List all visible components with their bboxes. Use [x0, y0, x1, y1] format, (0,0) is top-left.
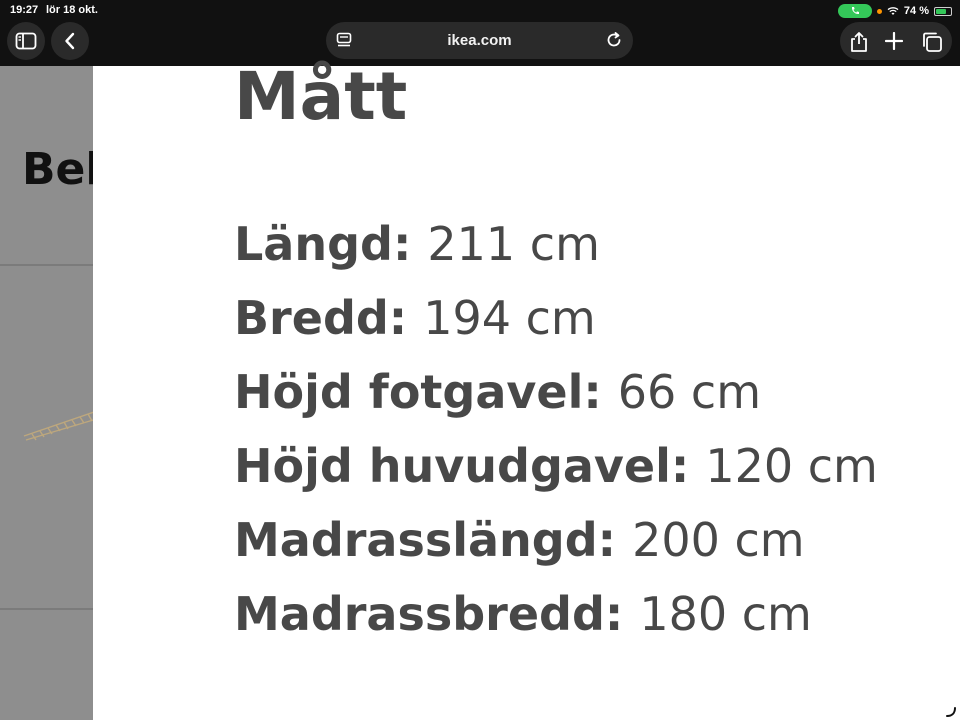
dimension-label: Höjd fotgavel: [234, 365, 618, 419]
phone-call-icon[interactable] [837, 4, 872, 18]
dimension-label: Längd: [234, 217, 428, 271]
address-bar[interactable]: ikea.com [326, 22, 633, 59]
sheet-title: Mått [234, 58, 408, 135]
plus-icon[interactable] [884, 31, 904, 54]
toolbar-actions [840, 22, 952, 60]
battery-percent: 74 % [903, 5, 929, 17]
dimension-row: Längd: 211 cm [234, 216, 878, 290]
url-text: ikea.com [447, 32, 512, 49]
dimensions-sheet: Mått Längd: 211 cm Bredd: 194 cm Höjd fo… [93, 58, 960, 720]
back-button[interactable] [51, 22, 89, 60]
dimensions-list: Längd: 211 cm Bredd: 194 cm Höjd fotgave… [234, 216, 878, 660]
background-page: Bel [0, 66, 93, 720]
battery-icon [934, 6, 952, 16]
divider [0, 264, 93, 266]
divider [0, 608, 93, 610]
dimension-value: 66 cm [617, 365, 762, 419]
dimension-label: Madrasslängd: [234, 513, 633, 567]
status-indicators: 74 % [837, 3, 952, 19]
sidebar-icon [15, 32, 37, 50]
browser-top-bar: 19:27 lör 18 okt. 74 % ikea.com [0, 0, 960, 66]
dimension-row: Madrassbredd: 180 cm [234, 586, 878, 660]
dimension-value: 120 cm [705, 439, 878, 493]
dimension-value: 194 cm [423, 291, 596, 345]
share-icon[interactable] [849, 31, 869, 57]
dimension-row: Bredd: 194 cm [234, 290, 878, 364]
dimension-row: Höjd fotgavel: 66 cm [234, 364, 878, 438]
bed-slats-image [23, 411, 93, 441]
status-date: lör 18 okt. [46, 4, 98, 16]
dimension-value: 211 cm [427, 217, 600, 271]
sidebar-button[interactable] [7, 22, 45, 60]
microphone-indicator-icon [876, 8, 882, 14]
dimension-row: Madrasslängd: 200 cm [234, 512, 878, 586]
dimension-label: Bredd: [234, 291, 424, 345]
reload-icon[interactable] [605, 31, 623, 53]
tabs-icon[interactable] [921, 31, 943, 57]
background-heading: Bel [22, 144, 93, 195]
dimension-value: 180 cm [639, 587, 812, 641]
resize-handle-icon[interactable] [945, 706, 957, 718]
wifi-icon [887, 7, 899, 15]
dimension-label: Madrassbredd: [234, 587, 640, 641]
chevron-left-icon [65, 32, 75, 50]
dimension-row: Höjd huvudgavel: 120 cm [234, 438, 878, 512]
dimension-value: 200 cm [632, 513, 805, 567]
dimension-label: Höjd huvudgavel: [234, 439, 706, 493]
status-time: 19:27 [10, 4, 39, 16]
